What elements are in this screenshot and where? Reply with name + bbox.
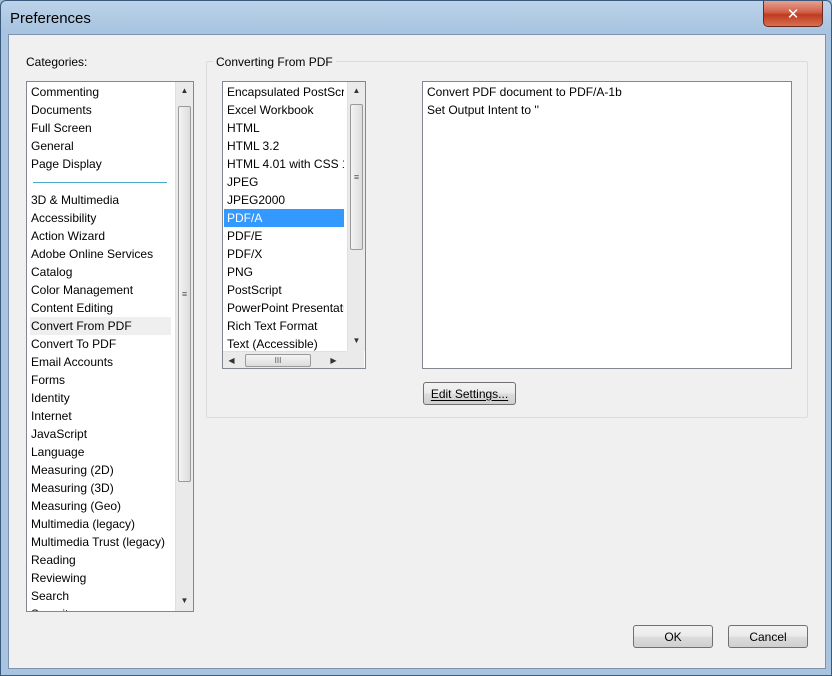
cancel-button[interactable]: Cancel <box>728 625 808 648</box>
description-line: Convert PDF document to PDF/A-1b <box>427 85 622 99</box>
scroll-up-arrow-icon[interactable]: ▲ <box>176 82 193 99</box>
ok-label: OK <box>664 629 682 644</box>
category-item-convert-to-pdf[interactable]: Convert To PDF <box>30 335 171 353</box>
window-title: Preferences <box>10 10 91 27</box>
category-item-identity[interactable]: Identity <box>30 389 171 407</box>
scroll-up-arrow-icon[interactable]: ▲ <box>348 82 365 99</box>
category-item-catalog[interactable]: Catalog <box>30 263 171 281</box>
category-item-full-screen[interactable]: Full Screen <box>30 119 171 137</box>
category-item-content-editing[interactable]: Content Editing <box>30 299 171 317</box>
category-item-documents[interactable]: Documents <box>30 101 171 119</box>
category-item-accessibility[interactable]: Accessibility <box>30 209 171 227</box>
category-item-measuring-3d[interactable]: Measuring (3D) <box>30 479 171 497</box>
category-item-reviewing[interactable]: Reviewing <box>30 569 171 587</box>
dialog-client-area: Categories: ▲ ≡ ▼ Commenting Documents Ful… <box>8 34 826 669</box>
format-item-encapsulated-postscript[interactable]: Encapsulated PostScript <box>224 83 344 101</box>
scroll-corner <box>347 351 364 368</box>
format-item-pdf-a[interactable]: PDF/A <box>224 209 344 227</box>
scroll-thumb[interactable]: ≡ <box>350 104 363 250</box>
category-item-search[interactable]: Search <box>30 587 171 605</box>
grip-icon: III <box>274 356 282 365</box>
categories-scrollbar[interactable]: ▲ ≡ ▼ <box>175 82 193 611</box>
category-item-color-management[interactable]: Color Management <box>30 281 171 299</box>
edit-settings-button[interactable]: Edit Settings... <box>423 382 516 405</box>
category-item-language[interactable]: Language <box>30 443 171 461</box>
format-item-jpeg2000[interactable]: JPEG2000 <box>224 191 344 209</box>
category-item-multimedia-legacy[interactable]: Multimedia (legacy) <box>30 515 171 533</box>
scroll-left-arrow-icon[interactable]: ◀ <box>223 352 240 368</box>
format-hscrollbar[interactable]: ◀ III ▶ <box>223 351 347 368</box>
categories-separator <box>33 182 167 183</box>
format-item-jpeg[interactable]: JPEG <box>224 173 344 191</box>
category-item-general[interactable]: General <box>30 137 171 155</box>
format-list[interactable]: Text (Accessible) Rich Text Format PowerPo… <box>222 81 366 369</box>
category-item-multimedia-trust-legacy[interactable]: Multimedia Trust (legacy) <box>30 533 171 551</box>
grip-icon: ≡ <box>181 289 188 299</box>
category-item-page-display[interactable]: Page Display <box>30 155 171 173</box>
category-item-measuring-2d[interactable]: Measuring (2D) <box>30 461 171 479</box>
format-item-html[interactable]: HTML <box>224 119 344 137</box>
close-button[interactable]: ✕ <box>763 1 823 27</box>
preferences-window: Preferences ✕ Categories: ▲ ≡ ▼ Commenti… <box>0 0 832 676</box>
format-item-rich-text-format[interactable]: Rich Text Format <box>224 317 344 335</box>
category-item-internet[interactable]: Internet <box>30 407 171 425</box>
ok-button[interactable]: OK <box>633 625 713 648</box>
edit-settings-label: Edit Settings... <box>430 386 509 401</box>
description-box: Convert PDF document to PDF/A-1b Set Out… <box>422 81 792 369</box>
format-item-pdf-x[interactable]: PDF/X <box>224 245 344 263</box>
category-item-javascript[interactable]: JavaScript <box>30 425 171 443</box>
format-item-html-3-2[interactable]: HTML 3.2 <box>224 137 344 155</box>
category-item-security[interactable]: Security <box>30 605 171 611</box>
scroll-right-arrow-icon[interactable]: ▶ <box>325 352 342 368</box>
format-item-png[interactable]: PNG <box>224 263 344 281</box>
category-item-convert-from-pdf[interactable]: Convert From PDF <box>30 317 171 335</box>
category-item-action-wizard[interactable]: Action Wizard <box>30 227 171 245</box>
scroll-thumb[interactable]: ≡ <box>178 106 191 482</box>
category-item-email-accounts[interactable]: Email Accounts <box>30 353 171 371</box>
title-bar[interactable]: Preferences ✕ <box>1 1 831 35</box>
scroll-down-arrow-icon[interactable]: ▼ <box>348 332 365 349</box>
close-icon: ✕ <box>786 5 800 23</box>
cancel-label: Cancel <box>749 629 787 644</box>
category-item-commenting[interactable]: Commenting <box>30 83 171 101</box>
category-item-reading[interactable]: Reading <box>30 551 171 569</box>
format-item-pdf-e[interactable]: PDF/E <box>224 227 344 245</box>
grip-icon: ≡ <box>353 172 360 182</box>
format-item-powerpoint-presentation[interactable]: PowerPoint Presentation <box>224 299 344 317</box>
scroll-down-arrow-icon[interactable]: ▼ <box>176 592 193 609</box>
format-item-html-4-01-with-css-1-0[interactable]: HTML 4.01 with CSS 1.0 <box>224 155 344 173</box>
category-item-measuring-geo[interactable]: Measuring (Geo) <box>30 497 171 515</box>
category-item-adobe-online-services[interactable]: Adobe Online Services <box>30 245 171 263</box>
categories-list[interactable]: ▲ ≡ ▼ Commenting Documents Full Screen Gene… <box>26 81 194 612</box>
description-line: Set Output Intent to '' <box>427 103 539 117</box>
converting-group-title: Converting From PDF <box>213 55 336 69</box>
format-vscrollbar[interactable]: ▲ ≡ ▼ <box>347 82 365 351</box>
categories-label: Categories: <box>26 55 88 69</box>
scroll-thumb[interactable]: III <box>245 354 311 367</box>
category-item-3d-multimedia[interactable]: 3D & Multimedia <box>30 191 171 209</box>
format-item-postscript[interactable]: PostScript <box>224 281 344 299</box>
category-item-forms[interactable]: Forms <box>30 371 171 389</box>
format-item-excel-workbook[interactable]: Excel Workbook <box>224 101 344 119</box>
